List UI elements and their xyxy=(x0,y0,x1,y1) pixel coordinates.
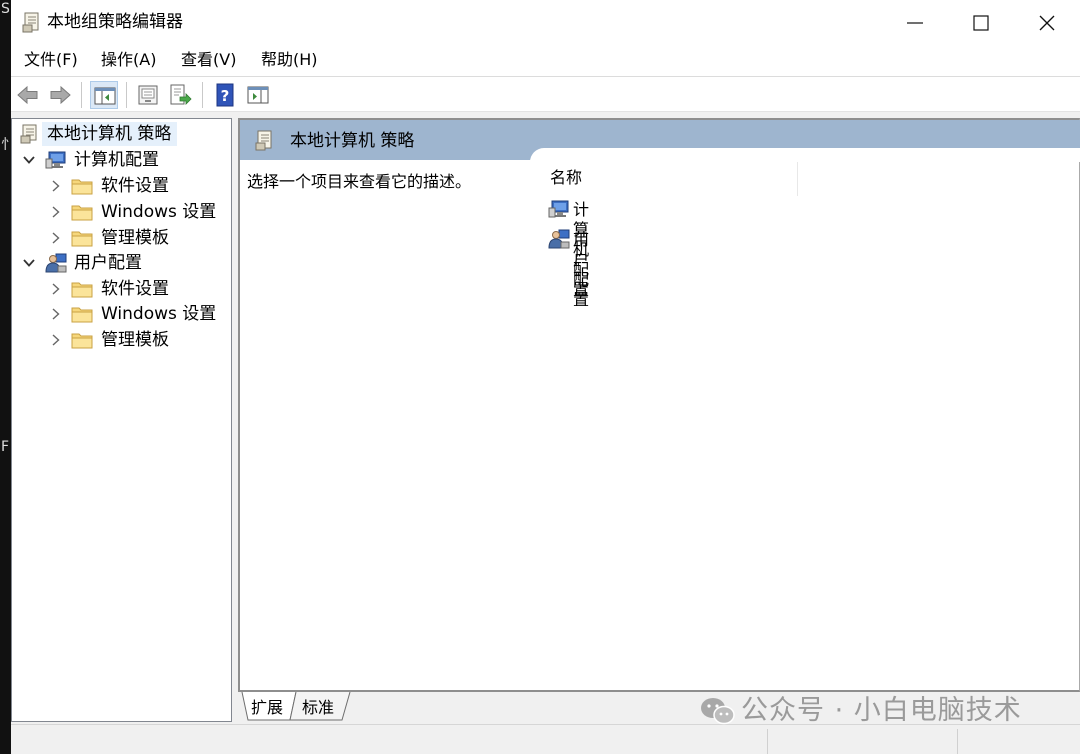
show-hide-tree-icon xyxy=(94,87,116,105)
tree-item-admin-templates[interactable]: 管理模板 xyxy=(12,225,231,251)
menu-action[interactable]: 操作(A) xyxy=(101,50,156,70)
help-icon: ? xyxy=(216,83,234,107)
description-text: 选择一个项目来查看它的描述。 xyxy=(247,172,472,191)
policy-document-icon xyxy=(20,124,37,144)
maximize-icon xyxy=(973,15,989,31)
folder-icon xyxy=(71,179,93,195)
console-view-icon xyxy=(247,86,269,104)
title-bar[interactable]: 本地组策略编辑器 xyxy=(11,0,1080,44)
menu-help[interactable]: 帮助(H) xyxy=(261,50,318,70)
tab-extended[interactable]: 扩展 xyxy=(238,692,296,722)
folder-icon xyxy=(71,333,93,349)
menu-bar: 文件(F) 操作(A) 查看(V) 帮助(H) xyxy=(11,44,1080,76)
close-button[interactable] xyxy=(1014,0,1080,44)
forward-button[interactable] xyxy=(46,81,74,109)
back-button[interactable] xyxy=(14,81,42,109)
column-divider[interactable] xyxy=(797,162,798,196)
close-icon xyxy=(1039,15,1055,31)
chevron-right-icon[interactable] xyxy=(49,333,63,347)
tree-item-label: 软件设置 xyxy=(101,279,169,299)
chevron-down-icon[interactable] xyxy=(22,153,36,167)
tab-standard[interactable]: 标准 xyxy=(296,692,350,722)
toolbar-separator xyxy=(81,82,82,108)
chevron-right-icon[interactable] xyxy=(49,307,63,321)
tree-item-admin-templates[interactable]: 管理模板 xyxy=(12,327,231,353)
console-view-button[interactable] xyxy=(244,81,272,109)
folder-icon xyxy=(71,205,93,221)
minimize-button[interactable] xyxy=(882,0,948,44)
tab-label: 扩展 xyxy=(251,698,284,717)
tree-item-software-settings[interactable]: 软件设置 xyxy=(12,173,231,199)
folder-icon xyxy=(71,307,93,323)
desktop-edge-glyph: S xyxy=(1,1,10,17)
export-list-button[interactable] xyxy=(166,81,194,109)
tree-item-label: Windows 设置 xyxy=(101,202,217,222)
toolbar-separator xyxy=(126,82,127,108)
menu-file[interactable]: 文件(F) xyxy=(24,50,78,70)
tree-item-label: Windows 设置 xyxy=(101,304,217,324)
svg-text:?: ? xyxy=(221,87,230,105)
forward-arrow-icon xyxy=(50,85,71,105)
desktop-background-strip: S 忄 F xyxy=(0,0,15,754)
column-header-name[interactable]: 名称 xyxy=(550,168,582,188)
help-button[interactable]: ? xyxy=(211,81,239,109)
user-config-icon xyxy=(548,229,570,249)
chevron-right-icon[interactable] xyxy=(49,282,63,296)
tree-root-local-policy[interactable]: 本地计算机 策略 xyxy=(12,121,231,147)
policy-document-icon xyxy=(22,12,39,33)
back-arrow-icon xyxy=(17,85,38,105)
chevron-down-icon[interactable] xyxy=(22,256,36,270)
user-config-icon xyxy=(45,253,67,273)
tree-item-label: 用户配置 xyxy=(74,253,142,273)
toolbar: ? xyxy=(11,76,1080,112)
tree-root-label: 本地计算机 策略 xyxy=(47,124,172,144)
tab-label: 标准 xyxy=(302,698,335,717)
tree-item-label: 管理模板 xyxy=(101,330,169,350)
computer-config-icon xyxy=(548,200,569,218)
menu-view[interactable]: 查看(V) xyxy=(181,50,236,70)
chevron-right-icon[interactable] xyxy=(49,205,63,219)
minimize-icon xyxy=(907,22,923,24)
properties-icon xyxy=(138,85,158,105)
banner-title: 本地计算机 策略 xyxy=(290,131,415,151)
folder-icon xyxy=(71,231,93,247)
show-hide-tree-button[interactable] xyxy=(90,81,118,109)
tree-item-computer-config[interactable]: 计算机配置 xyxy=(12,147,231,173)
toolbar-separator xyxy=(202,82,203,108)
properties-button[interactable] xyxy=(134,81,162,109)
gpedit-window: 本地组策略编辑器 文件(F) 操作(A) 查看(V) 帮助(H) ? 本地计算机… xyxy=(11,0,1080,754)
export-list-icon xyxy=(170,84,192,105)
chevron-right-icon[interactable] xyxy=(49,231,63,245)
policy-document-icon xyxy=(255,130,272,151)
banner-curve xyxy=(530,148,1080,162)
tree-item-user-config[interactable]: 用户配置 xyxy=(12,250,231,276)
tree-item-label: 计算机配置 xyxy=(74,150,159,170)
wechat-icon xyxy=(701,698,735,725)
status-divider xyxy=(957,729,958,754)
tree-pane[interactable]: 本地计算机 策略 计算机配置 软件设置 Windows 设置 管理模板 用户配置… xyxy=(11,118,232,722)
details-pane: 本地计算机 策略 选择一个项目来查看它的描述。 名称 计算机配置 用户配置 xyxy=(238,118,1080,692)
tree-item-windows-settings[interactable]: Windows 设置 xyxy=(12,199,231,225)
maximize-button[interactable] xyxy=(948,0,1014,44)
computer-config-icon xyxy=(45,151,66,169)
list-item-label: 用户配置 xyxy=(573,230,590,309)
watermark-text: 公众号 · 小白电脑技术 xyxy=(741,695,1022,726)
chevron-right-icon[interactable] xyxy=(49,179,63,193)
folder-icon xyxy=(71,282,93,298)
window-title: 本地组策略编辑器 xyxy=(47,12,183,32)
tree-item-label: 管理模板 xyxy=(101,228,169,248)
tree-item-windows-settings[interactable]: Windows 设置 xyxy=(12,301,231,327)
status-bar xyxy=(11,724,1080,754)
desktop-edge-glyph: F xyxy=(1,439,10,455)
tree-item-label: 软件设置 xyxy=(101,176,169,196)
tree-item-software-settings[interactable]: 软件设置 xyxy=(12,276,231,302)
status-divider xyxy=(767,729,768,754)
